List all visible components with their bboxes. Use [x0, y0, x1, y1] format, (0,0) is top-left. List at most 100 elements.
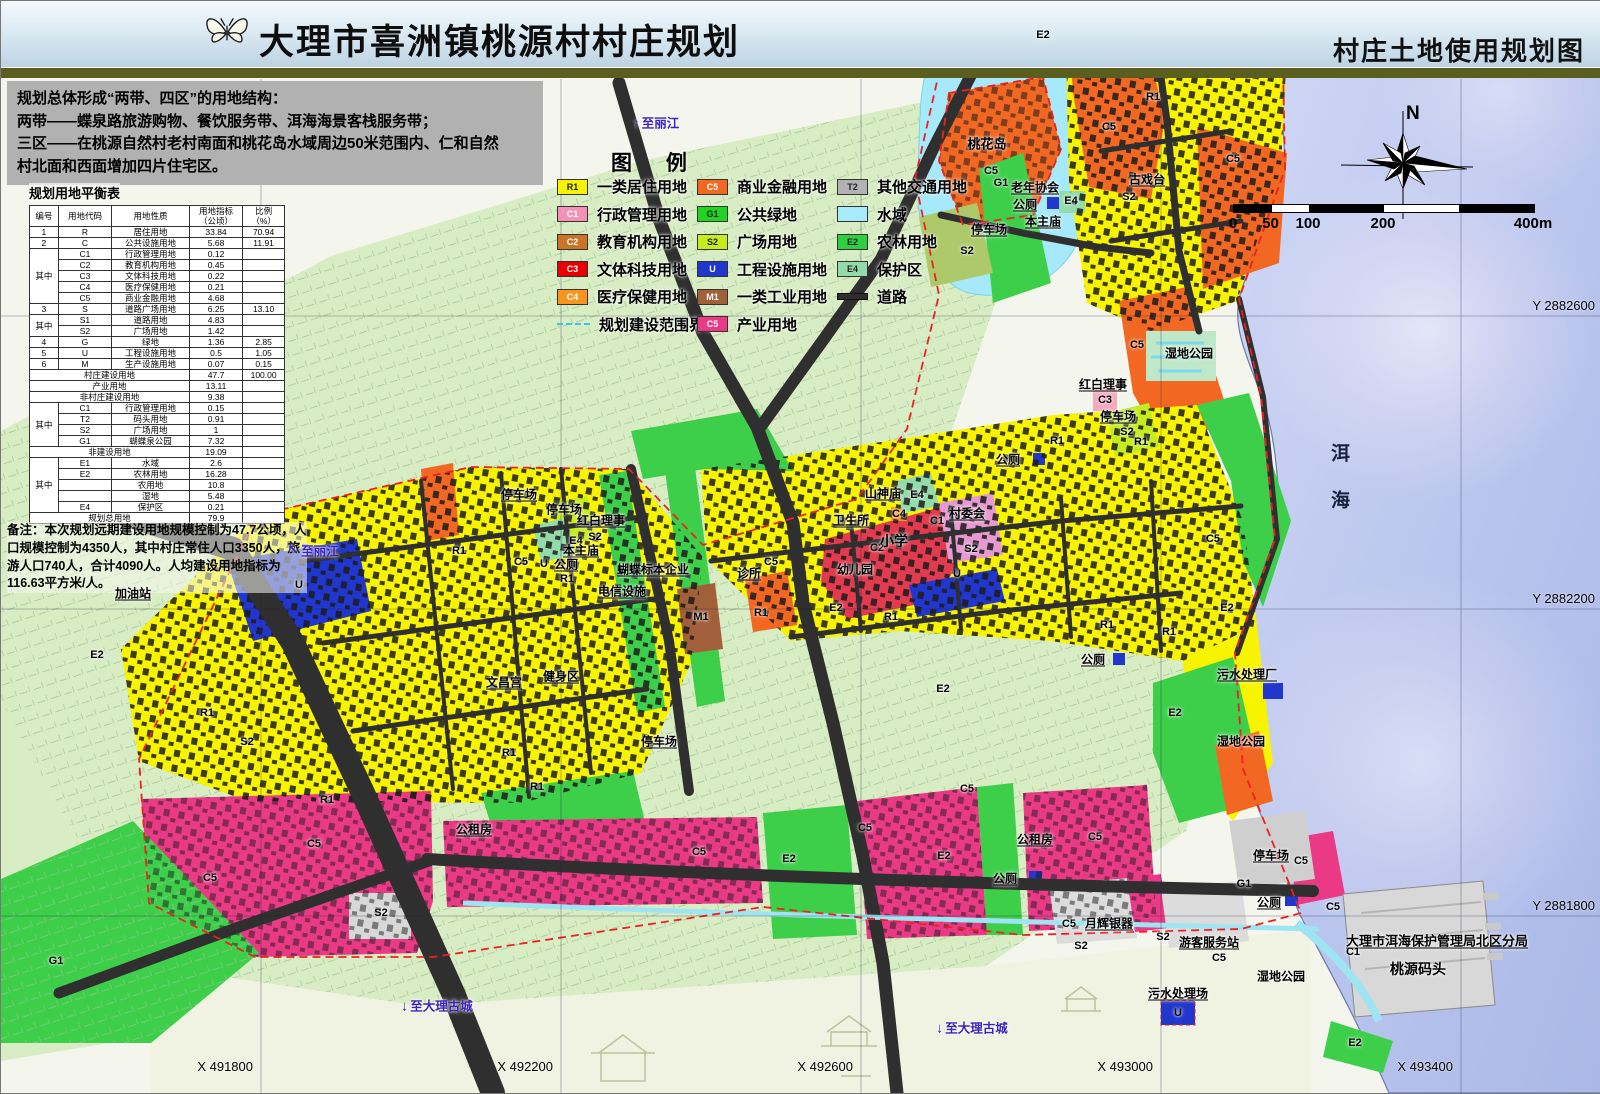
- table-cell: C: [58, 238, 111, 249]
- table-cell: 11.91: [243, 238, 285, 249]
- table-cell: 码头用地: [112, 414, 190, 425]
- color-swatch-icon: E2: [837, 234, 868, 250]
- table-cell: [243, 260, 285, 271]
- scale-bar-segment: [1234, 205, 1272, 212]
- table-cell: 工程设施用地: [112, 348, 190, 359]
- table-cell: 其中: [30, 458, 59, 513]
- table-cell: G: [58, 337, 111, 348]
- table-cell: [58, 491, 111, 502]
- table-header-cell: 用地代码: [58, 206, 111, 227]
- table-cell: 6.25: [189, 304, 242, 315]
- table-cell: 19.09: [189, 447, 242, 458]
- table-cell: 5: [30, 348, 59, 359]
- legend-item: 水域: [837, 201, 967, 229]
- legend-item-label: 其他交通用地: [877, 176, 967, 197]
- planning-map-canvas: 大理市喜洲镇桃源村村庄规划 村庄土地使用规划图 规划总体形成“两带、四区”的用地…: [0, 0, 1600, 1094]
- table-cell: 5.68: [189, 238, 242, 249]
- table-row: E4保护区0.21: [30, 502, 285, 513]
- table-cell: 商业金融用地: [112, 293, 190, 304]
- table-cell: 产业用地: [30, 381, 190, 392]
- table-cell: E2: [58, 469, 111, 480]
- table-cell: U: [58, 348, 111, 359]
- table-cell: 0.45: [189, 260, 242, 271]
- table-cell: [243, 326, 285, 337]
- legend-item: G1公共绿地: [697, 201, 827, 229]
- table-row: E2农林用地16.28: [30, 469, 285, 480]
- color-swatch-icon: R1: [557, 179, 588, 195]
- table-header-cell: 编号: [30, 206, 59, 227]
- color-swatch-icon: C1: [557, 206, 588, 222]
- table-row: 产业用地13.11: [30, 381, 285, 392]
- color-swatch-icon: C4: [557, 289, 588, 305]
- table-cell: S2: [58, 326, 111, 337]
- table-cell: 4: [30, 337, 59, 348]
- table-row: C5商业金融用地4.68: [30, 293, 285, 304]
- plan-note: 备注：本次规划远期建设用地规模控制为47.7公顷，人口规模控制为4350人，其中…: [7, 522, 307, 593]
- legend-column: C5商业金融用地G1公共绿地S2广场用地U工程设施用地M1一类工业用地C5产业用…: [697, 173, 827, 338]
- table-cell: [243, 403, 285, 414]
- description-line: 两带——蝶泉路旅游购物、餐饮服务带、洱海海景客栈服务带；: [17, 111, 533, 134]
- scale-bar-segment: [1384, 205, 1459, 212]
- table-cell: G1: [58, 436, 111, 447]
- scale-tick-label: 100: [1295, 215, 1320, 232]
- table-cell: 0.12: [189, 249, 242, 260]
- legend-item: C3文体科技用地: [557, 256, 719, 284]
- table-cell: T2: [58, 414, 111, 425]
- table-cell: C1: [58, 249, 111, 260]
- color-swatch-icon: C5: [697, 316, 728, 332]
- color-swatch-icon: G1: [697, 206, 728, 222]
- table-cell: C3: [58, 271, 111, 282]
- table-cell: 道路用地: [112, 315, 190, 326]
- table-cell: 6: [30, 359, 59, 370]
- plan-description-box: 规划总体形成“两带、四区”的用地结构：两带——蝶泉路旅游购物、餐饮服务带、洱海海…: [7, 81, 543, 185]
- legend-item: T2其他交通用地: [837, 173, 967, 201]
- table-cell: 行政管理用地: [112, 249, 190, 260]
- table-row: 6M生产设施用地0.070.15: [30, 359, 285, 370]
- table-cell: 非村庄建设用地: [30, 392, 190, 403]
- legend-item: S2广场用地: [697, 228, 827, 256]
- legend-item: M1 一类工业用地: [697, 283, 827, 311]
- legend-item-label: 水域: [877, 204, 907, 225]
- compass-north-label: N: [1406, 103, 1420, 125]
- header-divider: [1, 67, 1600, 78]
- table-cell: 0.15: [243, 359, 285, 370]
- table-cell: [243, 315, 285, 326]
- table-cell: 其中: [30, 315, 59, 337]
- table-cell: M: [58, 359, 111, 370]
- scale-tick-label: 50: [1262, 215, 1279, 232]
- description-line: 规划总体形成“两带、四区”的用地结构：: [17, 88, 533, 111]
- table-header-cell: 用地性质: [112, 206, 190, 227]
- legend-item: C5商业金融用地: [697, 173, 827, 201]
- table-cell: [243, 282, 285, 293]
- description-line: 三区——在桃源自然村老村南面和桃花岛水域周边50米范围内、仁和自然: [17, 133, 533, 156]
- table-cell: [243, 491, 285, 502]
- table-cell: 100.00: [243, 370, 285, 381]
- legend-item-label: 一类工业用地: [737, 286, 827, 307]
- legend-item: E2 农林用地: [837, 228, 967, 256]
- table-cell: C1: [58, 403, 111, 414]
- table-cell: [243, 480, 285, 491]
- color-swatch-icon: M1: [697, 289, 728, 305]
- table-header-cell: 比例 （%）: [243, 206, 285, 227]
- table-cell: 1: [30, 227, 59, 238]
- table-row: C4医疗保健用地0.21: [30, 282, 285, 293]
- color-swatch-icon: C5: [697, 179, 728, 195]
- legend-item-label: 农林用地: [877, 231, 937, 252]
- table-row: 其中E1水域2.6: [30, 458, 285, 469]
- table-cell: 3: [30, 304, 59, 315]
- description-line: 村北面和西面增加四片住宅区。: [17, 156, 533, 179]
- color-swatch-icon: [837, 206, 868, 222]
- table-cell: 47.7: [189, 370, 242, 381]
- color-swatch-icon: C3: [557, 261, 588, 277]
- table-cell: 33.84: [189, 227, 242, 238]
- table-cell: S1: [58, 315, 111, 326]
- table-header-cell: 用地指标 （公顷）: [189, 206, 242, 227]
- table-cell: C5: [58, 293, 111, 304]
- table-row: C2教育机构用地0.45: [30, 260, 285, 271]
- table-cell: [243, 425, 285, 436]
- table-row: 其中C1行政管理用地0.15: [30, 403, 285, 414]
- table-title: 规划用地平衡表: [29, 183, 120, 202]
- table-cell: 0.22: [189, 271, 242, 282]
- table-cell: 广场用地: [112, 326, 190, 337]
- land-use-table: 编号用地代码用地性质用地指标 （公顷）比例 （%）1R居住用地33.8470.9…: [29, 205, 285, 524]
